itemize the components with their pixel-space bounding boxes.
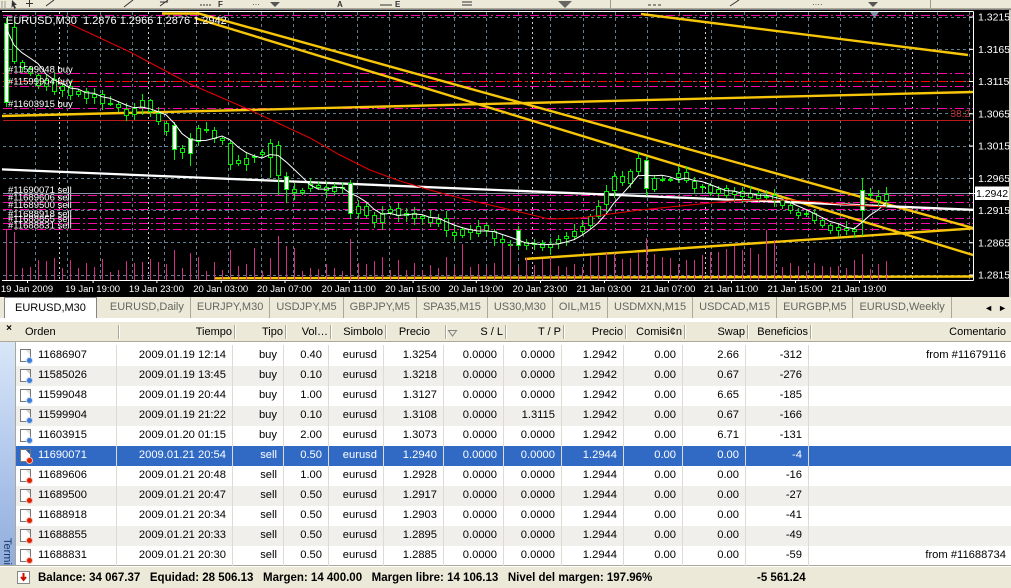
svg-text:1.2965: 1.2965: [978, 173, 1010, 185]
svg-text:E: E: [395, 0, 401, 9]
svg-text:EURUSD,M30 1.2876 1.2966 1.28: EURUSD,M30 1.2876 1.2966 1.2876 1.2942: [6, 15, 227, 27]
svg-text:1.2815: 1.2815: [978, 270, 1010, 282]
svg-text:1.3115: 1.3115: [978, 76, 1009, 88]
svg-text:20 Jan 03:00: 20 Jan 03:00: [193, 284, 248, 295]
svg-text:20 Jan 19:00: 20 Jan 19:00: [448, 284, 503, 295]
svg-text:21 Jan 15:00: 21 Jan 15:00: [768, 284, 823, 295]
svg-text:1.2915: 1.2915: [978, 205, 1010, 217]
svg-text:19 Jan 2009: 19 Jan 2009: [1, 284, 53, 295]
svg-text:21 Jan 07:00: 21 Jan 07:00: [641, 284, 696, 295]
svg-text:20 Jan 15:00: 20 Jan 15:00: [385, 284, 440, 295]
svg-text:#11599048 buy: #11599048 buy: [8, 64, 73, 75]
svg-text:1.3215: 1.3215: [978, 12, 1010, 24]
svg-text:21 Jan 19:00: 21 Jan 19:00: [832, 284, 887, 295]
svg-text:#11599904 buy: #11599904 buy: [8, 77, 73, 88]
svg-text:#11688831 sell: #11688831 sell: [8, 220, 72, 231]
svg-text:21 Jan 03:00: 21 Jan 03:00: [577, 284, 632, 295]
svg-text:···: ···: [252, 0, 260, 9]
svg-text:20 Jan 07:00: 20 Jan 07:00: [257, 284, 312, 295]
svg-text:20 Jan 23:00: 20 Jan 23:00: [513, 284, 568, 295]
svg-text:19 Jan 23:00: 19 Jan 23:00: [129, 284, 184, 295]
svg-text:1.3015: 1.3015: [978, 141, 1010, 153]
svg-text:····: ····: [812, 0, 823, 9]
svg-text:1.2865: 1.2865: [978, 237, 1010, 249]
svg-text:#11603915 buy: #11603915 buy: [8, 99, 73, 110]
svg-text:1.3065: 1.3065: [978, 108, 1010, 120]
svg-text:1.3165: 1.3165: [978, 44, 1010, 56]
svg-text:38.2: 38.2: [951, 109, 971, 120]
svg-text:A: A: [337, 0, 343, 9]
svg-text:1.2942: 1.2942: [976, 188, 1008, 200]
svg-text:F: F: [218, 0, 223, 9]
svg-text:21 Jan 11:00: 21 Jan 11:00: [704, 284, 758, 295]
svg-text:20 Jan 11:00: 20 Jan 11:00: [322, 284, 376, 295]
svg-text:19 Jan 19:00: 19 Jan 19:00: [65, 284, 120, 295]
